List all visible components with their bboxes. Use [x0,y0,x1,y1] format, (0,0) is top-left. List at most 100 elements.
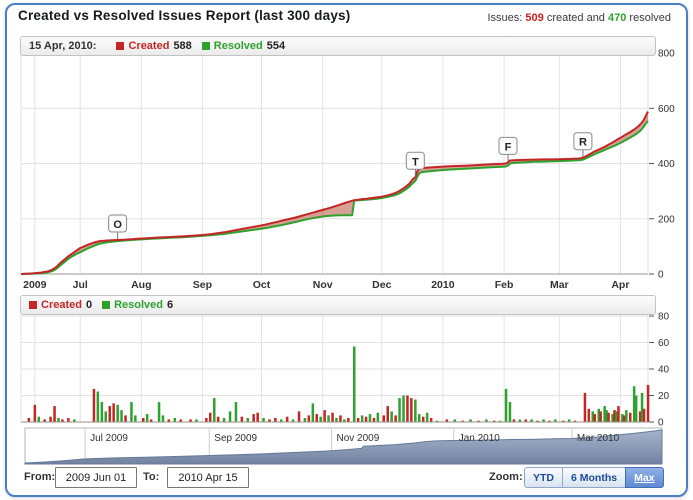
daily-bar-resolved [353,347,356,423]
daily-bar-resolved [369,414,372,422]
daily-bar-resolved [101,402,104,422]
daily-bar-created [323,410,326,422]
daily-bar-resolved [130,402,133,422]
tooltip-resolved-label: Resolved [214,40,263,52]
daily-bar-resolved [398,398,401,422]
event-flag-label: O [113,219,122,231]
tooltip-date: 15 Apr, 2010: [29,40,96,52]
daily-bar-resolved [304,418,307,422]
daily-bar-resolved [625,410,628,422]
daily-bar-created [124,415,127,422]
daily-bar-resolved [319,417,322,422]
daily-resolved-value: 6 [167,299,173,311]
daily-bar-created [373,418,376,422]
main-chart: 02004006008002009JulAugSepOctNovDec2010F… [21,49,675,292]
daily-bar-resolved [174,418,177,422]
daily-bar-resolved [312,403,315,422]
daily-bar-created [430,418,433,422]
daily-bar-resolved [505,389,508,422]
daily-bar-created [357,418,360,422]
navigator[interactable]: Jul 2009Sep 2009Nov 2009Jan 2010Mar 2010 [25,428,662,464]
daily-resolved-label: Resolved [114,299,163,311]
daily-bar-created [629,413,632,422]
daily-bar-created [209,413,212,422]
x-axis-label: Mar [550,279,569,291]
daily-bar-resolved [235,402,238,422]
daily-bar-created [34,405,37,422]
issues-report-page: 02004006008002009JulAugSepOctNovDec2010F… [0,0,693,500]
created-swatch-icon [29,301,37,309]
daily-bar-created [365,417,368,422]
daily-bar-created [109,406,112,422]
daily-bar-resolved [390,411,393,422]
daily-bar-resolved [57,418,60,422]
daily-bar-created [298,411,301,422]
bar-y-axis-label: 80 [658,312,670,323]
daily-bar-created [308,415,311,422]
issues-summary: Issues: 509 created and 470 resolved [487,12,671,24]
x-axis-label: Feb [495,279,514,291]
daily-bar-resolved [262,418,265,422]
daily-bar-resolved [213,398,216,422]
y-axis-label: 400 [658,159,675,170]
zoom-max-button[interactable]: Max [625,467,663,488]
x-axis-label: Sep [193,279,212,291]
daily-bar-created [286,417,289,422]
summary-resolved-text: resolved [629,12,671,24]
y-axis-label: 200 [658,214,675,225]
tooltip-resolved-value: 554 [267,40,285,52]
x-axis-label: Aug [131,279,151,291]
zoom-button-group: YTD 6 Months Max [524,467,664,488]
summary-prefix: Issues: [487,12,522,24]
daily-bar-created [142,418,145,422]
daily-bar-created [599,411,602,422]
event-flag-label: F [505,141,512,153]
daily-bar-created [422,417,425,422]
daily-bar-created [394,415,397,422]
to-date-input[interactable] [167,467,249,488]
zoom-label: Zoom: [489,471,523,483]
bar-y-axis-label: 40 [658,365,670,376]
daily-bar-resolved [97,392,100,423]
tooltip-created-value: 588 [173,40,191,52]
daily-bar-resolved [105,411,108,422]
daily-bar-created [28,418,31,422]
daily-bar-created [588,409,591,422]
daily-bar-resolved [509,402,512,422]
daily-bar-created [241,417,244,422]
bar-y-axis-label: 0 [658,418,664,429]
daily-bar-resolved [247,418,250,422]
resolved-swatch-icon [202,42,210,50]
daily-legend-bar: Created0Resolved6 [20,295,656,315]
daily-bar-created [347,418,350,422]
daily-bar-resolved [146,414,149,422]
daily-bar-resolved [162,415,165,422]
daily-bar-resolved [158,402,161,422]
daily-bar-resolved [635,396,638,423]
event-flag-label: R [579,137,587,149]
summary-created-count: 509 [525,12,543,24]
navigator-label: Sep 2009 [214,433,257,444]
y-axis-label: 800 [658,49,675,60]
daily-bar-created [339,415,342,422]
daily-bar-resolved [402,396,405,423]
daily-bar-created [410,398,413,422]
daily-bar-created [647,385,650,422]
bar-y-axis-label: 20 [658,391,670,402]
daily-bar-created [217,417,220,422]
from-date-input[interactable] [55,467,137,488]
daily-bar-created [316,414,319,422]
navigator-label: Mar 2010 [577,433,620,444]
tooltip-created-label: Created [128,40,169,52]
zoom-ytd-button[interactable]: YTD [524,467,563,488]
daily-bar-created [53,406,56,422]
daily-bar-chart: 0 20 40 60 80 [21,312,670,429]
daily-bar-resolved [229,411,232,422]
navigator-label: Jan 2010 [459,433,501,444]
daily-bar-created [383,415,386,422]
y-axis-label: 600 [658,104,675,115]
bar-y-axis-label: 60 [658,338,670,349]
zoom-6months-button[interactable]: 6 Months [562,467,626,488]
daily-bar-created [252,414,255,422]
created-swatch-icon [116,42,124,50]
